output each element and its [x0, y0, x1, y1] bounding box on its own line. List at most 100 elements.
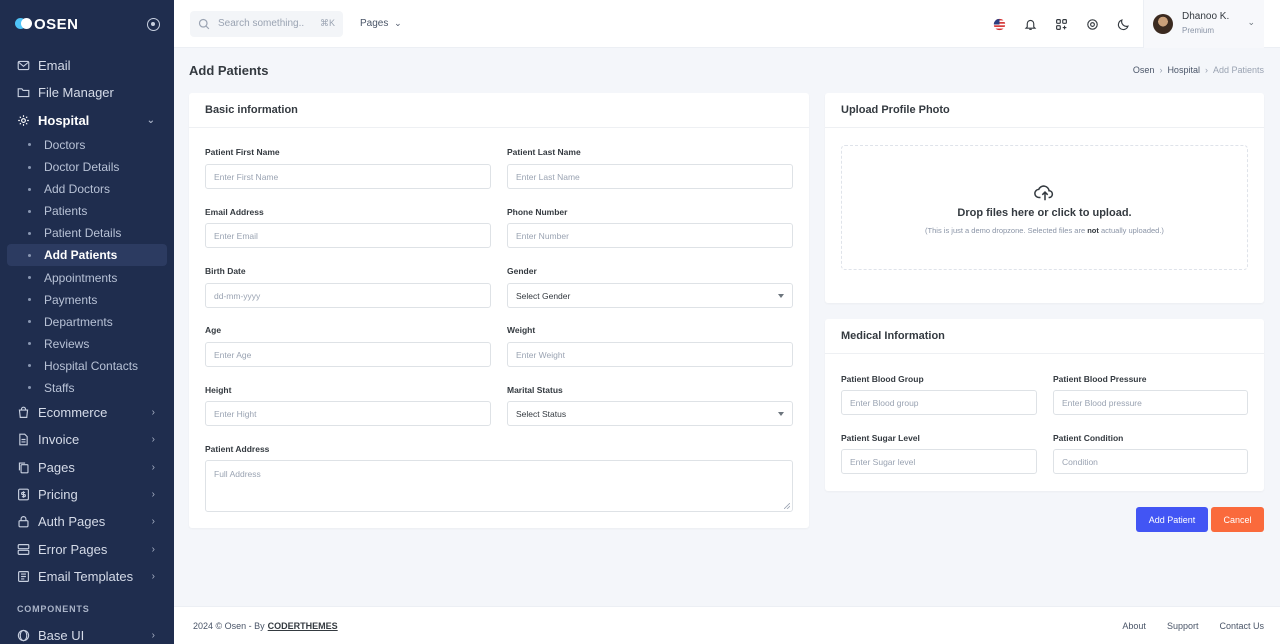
sidebar-item-invoice[interactable]: Invoice › — [0, 426, 174, 453]
height-input[interactable]: Enter Hight — [205, 401, 491, 426]
pages-dropdown[interactable]: Pages ⌄ — [360, 18, 402, 29]
sidebar-item-auth-pages[interactable]: Auth Pages › — [0, 508, 174, 535]
card-title: Upload Profile Photo — [825, 93, 1264, 128]
search-input[interactable]: Search something.. ⌘K — [190, 10, 343, 37]
lock-icon — [17, 515, 30, 528]
gender-select[interactable]: Select Gender — [507, 283, 793, 308]
sidebar-item-label: Auth Pages — [38, 514, 106, 530]
blood-pressure-label: Patient Blood Pressure — [1053, 374, 1147, 384]
sidebar-subitem-patient-details[interactable]: Patient Details — [7, 222, 167, 244]
theme-toggle-button[interactable] — [1108, 0, 1139, 48]
address-label: Patient Address — [205, 444, 270, 454]
last-name-input[interactable]: Enter Last Name — [507, 164, 793, 189]
sidebar-item-email[interactable]: Email — [0, 52, 174, 79]
age-input[interactable]: Enter Age — [205, 342, 491, 367]
add-patient-button[interactable]: Add Patient — [1136, 507, 1208, 532]
us-flag-icon — [993, 18, 1006, 30]
chevron-right-icon: › — [151, 516, 155, 528]
sidebar-item-email-templates[interactable]: Email Templates › — [0, 563, 174, 590]
sidebar-toggle-icon[interactable] — [147, 17, 160, 31]
sidebar-item-label: Email — [38, 58, 71, 74]
footer-link-contact[interactable]: Contact Us — [1219, 621, 1264, 631]
sidebar: OSEN Email File Manager Hospital ⌄ Docto… — [0, 0, 174, 644]
sidebar-item-hospital[interactable]: Hospital ⌄ — [0, 107, 174, 134]
marital-status-label: Marital Status — [507, 385, 563, 395]
footer-link-about[interactable]: About — [1122, 621, 1146, 631]
sidebar-subitem-payments[interactable]: Payments — [7, 289, 167, 311]
footer: 2024 © Osen - By CODERTHEMES About Suppo… — [174, 606, 1280, 644]
breadcrumb-item-osen[interactable]: Osen — [1133, 65, 1155, 75]
condition-input[interactable]: Condition — [1053, 449, 1248, 474]
weight-input[interactable]: Enter Weight — [507, 342, 793, 367]
folder-icon — [17, 86, 30, 99]
search-placeholder: Search something.. — [218, 18, 305, 29]
sidebar-item-ecommerce[interactable]: Ecommerce › — [0, 399, 174, 426]
copy-icon — [17, 461, 30, 474]
blood-pressure-input[interactable]: Enter Blood pressure — [1053, 390, 1248, 415]
sidebar-subitem-patients[interactable]: Patients — [7, 200, 167, 222]
language-button[interactable] — [984, 0, 1015, 48]
cancel-button[interactable]: Cancel — [1211, 507, 1264, 532]
breadcrumb-item-hospital[interactable]: Hospital — [1167, 65, 1200, 75]
sidebar-subitem-reviews[interactable]: Reviews — [7, 333, 167, 355]
chevron-right-icon: › — [151, 630, 155, 642]
condition-placeholder: Condition — [1062, 456, 1098, 467]
user-menu[interactable]: Dhanoo K. Premium ⌄ — [1143, 0, 1264, 48]
resize-handle-icon[interactable] — [784, 503, 790, 509]
sugar-level-input[interactable]: Enter Sugar level — [841, 449, 1037, 474]
sidebar-section-title: COMPONENTS — [17, 604, 90, 615]
gender-selected-value: Select Gender — [516, 290, 571, 301]
height-placeholder: Enter Hight — [214, 408, 257, 419]
birth-date-input[interactable]: dd-mm-yyyy — [205, 283, 491, 308]
footer-link-support[interactable]: Support — [1167, 621, 1199, 631]
dropzone-subtitle-bold: not — [1087, 226, 1099, 235]
first-name-input[interactable]: Enter First Name — [205, 164, 491, 189]
brand-name: OSEN — [34, 15, 79, 33]
upload-photo-card: Upload Profile Photo Drop files here or … — [825, 93, 1264, 303]
sidebar-item-base-ui[interactable]: Base UI › — [0, 622, 174, 644]
footer-brand-link[interactable]: CODERTHEMES — [268, 621, 338, 631]
sidebar-subitem-add-patients[interactable]: Add Patients — [7, 244, 167, 267]
last-name-placeholder: Enter Last Name — [516, 171, 580, 182]
sidebar-subitem-hospital-contacts[interactable]: Hospital Contacts — [7, 355, 167, 377]
sidebar-item-label: Pricing — [38, 487, 78, 503]
address-textarea[interactable]: Full Address — [205, 460, 793, 512]
sidebar-item-label: Base UI — [38, 628, 85, 644]
sidebar-item-pricing[interactable]: Pricing › — [0, 481, 174, 508]
topbar: Search something.. ⌘K Pages ⌄ Dhanoo K. … — [174, 0, 1280, 48]
dropzone[interactable]: Drop files here or click to upload. (Thi… — [841, 145, 1248, 270]
sidebar-item-label: File Manager — [38, 85, 114, 101]
sidebar-item-error-pages[interactable]: Error Pages › — [0, 536, 174, 563]
sidebar-subitem-add-doctors[interactable]: Add Doctors — [7, 178, 167, 200]
file-text-icon — [17, 433, 30, 446]
logo[interactable]: OSEN — [15, 16, 79, 33]
birth-date-placeholder: dd-mm-yyyy — [214, 290, 261, 301]
age-label: Age — [205, 325, 222, 335]
logo-mark-icon — [15, 18, 33, 30]
apps-button[interactable] — [1046, 0, 1077, 48]
dropzone-subtitle-post: actually uploaded.) — [1098, 226, 1164, 235]
chevron-right-icon: › — [151, 543, 155, 555]
sidebar-subitem-appointments[interactable]: Appointments — [7, 266, 167, 288]
page-header: Add Patients Osen › Hospital › Add Patients — [189, 60, 1264, 80]
marital-status-select[interactable]: Select Status — [507, 401, 793, 426]
sidebar-subitem-doctor-details[interactable]: Doctor Details — [7, 156, 167, 178]
sidebar-subitem-doctors[interactable]: Doctors — [7, 134, 167, 156]
card-title: Basic information — [189, 93, 809, 128]
chevron-right-icon: › — [151, 461, 155, 473]
sidebar-item-file-manager[interactable]: File Manager — [0, 79, 174, 106]
caret-down-icon — [778, 412, 784, 416]
email-input[interactable]: Enter Email — [205, 223, 491, 248]
avatar — [1153, 14, 1173, 34]
sidebar-item-label: Invoice — [38, 432, 80, 448]
sidebar-subitem-staffs[interactable]: Staffs — [7, 377, 167, 399]
blood-group-input[interactable]: Enter Blood group — [841, 390, 1037, 415]
sidebar-item-pages[interactable]: Pages › — [0, 454, 174, 481]
notifications-button[interactable] — [1015, 0, 1046, 48]
sidebar-subitem-departments[interactable]: Departments — [7, 311, 167, 333]
weight-placeholder: Enter Weight — [516, 349, 565, 360]
settings-button[interactable] — [1077, 0, 1108, 48]
phone-input[interactable]: Enter Number — [507, 223, 793, 248]
chevron-down-icon: ⌄ — [1247, 17, 1255, 27]
breadcrumb: Osen › Hospital › Add Patients — [1133, 65, 1264, 75]
